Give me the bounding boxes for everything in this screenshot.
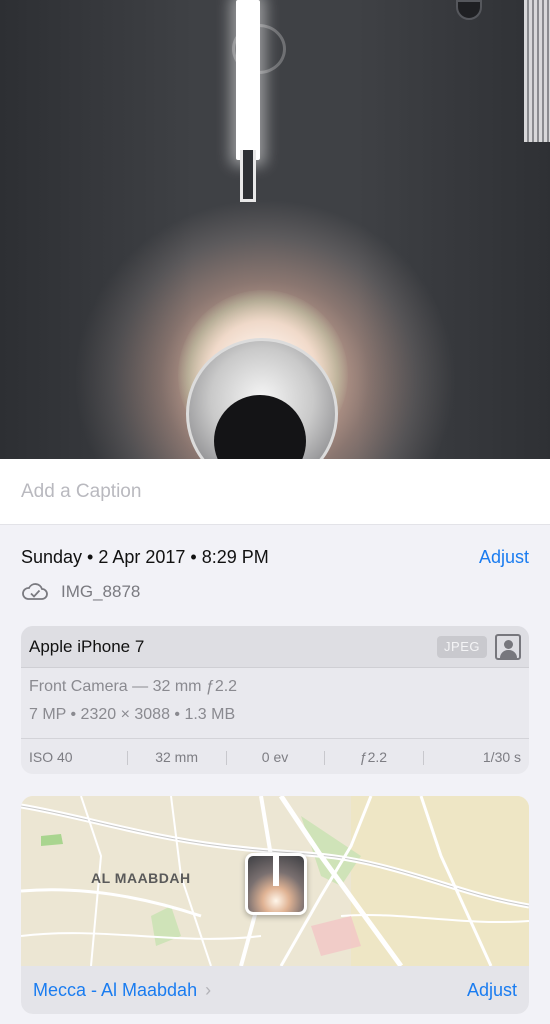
adjust-date-button[interactable]: Adjust [479,547,529,568]
file-info-row: IMG_8878 [21,581,140,603]
location-link[interactable]: Mecca - Al Maabdah › [33,980,211,1001]
portrait-icon [495,634,521,660]
pin-thumbnail [248,856,304,912]
camera-lens-info: Front Camera — 32 mm ƒ2.2 [29,678,238,695]
format-badge: JPEG [437,636,487,658]
photo-date: Sunday • 2 Apr 2017 • 8:29 PM [21,547,269,567]
photo-viewer[interactable] [0,0,550,459]
adjust-location-button[interactable]: Adjust [467,980,517,1001]
location-name: Mecca - Al Maabdah [33,980,198,1000]
exif-aperture: ƒ2.2 [324,749,422,765]
exif-iso: ISO 40 [29,748,73,765]
device-name: Apple iPhone 7 [29,637,145,656]
location-map[interactable]: AL MAABDAH [21,796,529,966]
caption-placeholder: Add a Caption [21,481,142,502]
exif-shutter-speed: 1/30 s [422,749,529,765]
image-specs: 7 MP • 2320 × 3088 • 1.3 MB [29,706,236,723]
location-card: AL MAABDAH Mecca - Al Maabdah › Adjust [21,796,529,1014]
chevron-right-icon: › [205,980,212,1000]
exif-row: ISO 40 32 mm 0 ev ƒ2.2 1/30 s [21,738,529,774]
file-name: IMG_8878 [61,582,141,601]
caption-field[interactable]: Add a Caption [0,459,550,525]
lamp-light [236,0,260,160]
device-header: Apple iPhone 7 JPEG [21,626,529,668]
device-info-card: Apple iPhone 7 JPEG Front Camera — 32 mm… [21,626,529,774]
photo-location-pin[interactable] [245,853,307,933]
wall-vent [524,0,550,142]
exif-exposure-value: 0 ev [225,749,324,765]
location-footer: Mecca - Al Maabdah › Adjust [21,966,529,1014]
cloud-check-icon [21,581,49,603]
exif-focal-length: 32 mm [127,749,225,765]
map-area-label: AL MAABDAH [91,870,191,886]
lamp-stem [240,150,256,202]
